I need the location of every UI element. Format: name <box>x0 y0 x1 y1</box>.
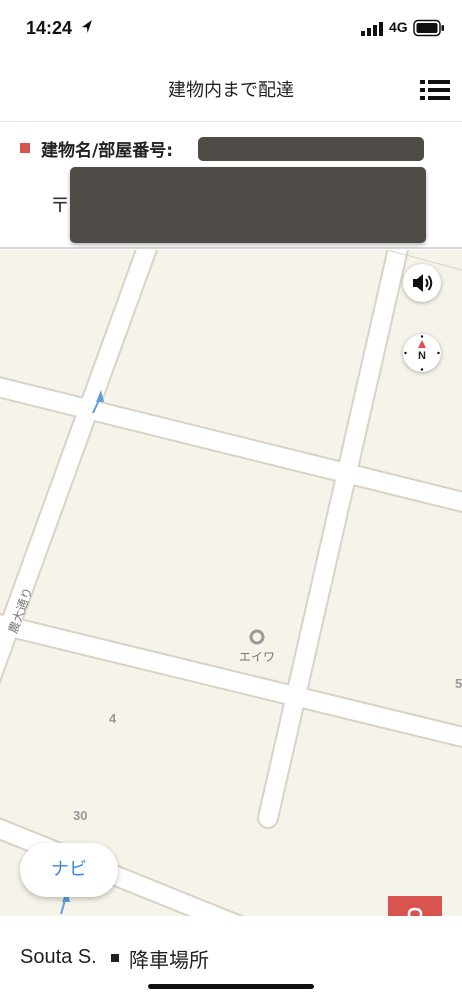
postal-mark: 〒 <box>50 193 70 217</box>
map-view[interactable]: 農大通り エイワ 4 30 5 <box>0 250 462 916</box>
bottom-bar: Souta S. 降車場所 <box>0 916 462 1000</box>
delivery-info-panel: 建物名/部屋番号: 〒 <box>0 123 462 249</box>
block-number: 30 <box>73 808 88 823</box>
speaker-icon <box>413 274 433 292</box>
building-room-label: 建物名/部屋番号: <box>41 141 174 161</box>
compass-letter: N <box>418 350 426 362</box>
separator-square <box>111 954 119 962</box>
battery-icon <box>413 19 444 37</box>
sound-button[interactable] <box>403 264 441 302</box>
redacted-building-value <box>198 137 424 161</box>
dropoff-label: 降車場所 <box>129 948 209 972</box>
home-indicator[interactable] <box>148 984 314 989</box>
block-number: 4 <box>109 711 117 726</box>
map-roads <box>0 250 462 916</box>
signal-icon <box>361 22 383 36</box>
page-title: 建物内まで配達 <box>168 80 294 101</box>
place-label: エイワ <box>239 650 276 664</box>
compass-button[interactable]: N <box>403 334 441 372</box>
navi-button[interactable]: ナビ <box>20 843 118 897</box>
customer-name: Souta S. <box>20 946 97 968</box>
bullet-square <box>20 143 30 153</box>
redacted-address-value <box>70 167 426 243</box>
block-number: 5 <box>455 676 462 691</box>
list-icon[interactable] <box>420 78 450 102</box>
app-header: 建物内まで配達 <box>0 58 462 122</box>
network-type: 4G <box>389 19 408 35</box>
status-bar: 14:24 4G <box>0 0 462 58</box>
status-time: 14:24 <box>26 18 73 38</box>
location-arrow-icon <box>82 20 92 33</box>
